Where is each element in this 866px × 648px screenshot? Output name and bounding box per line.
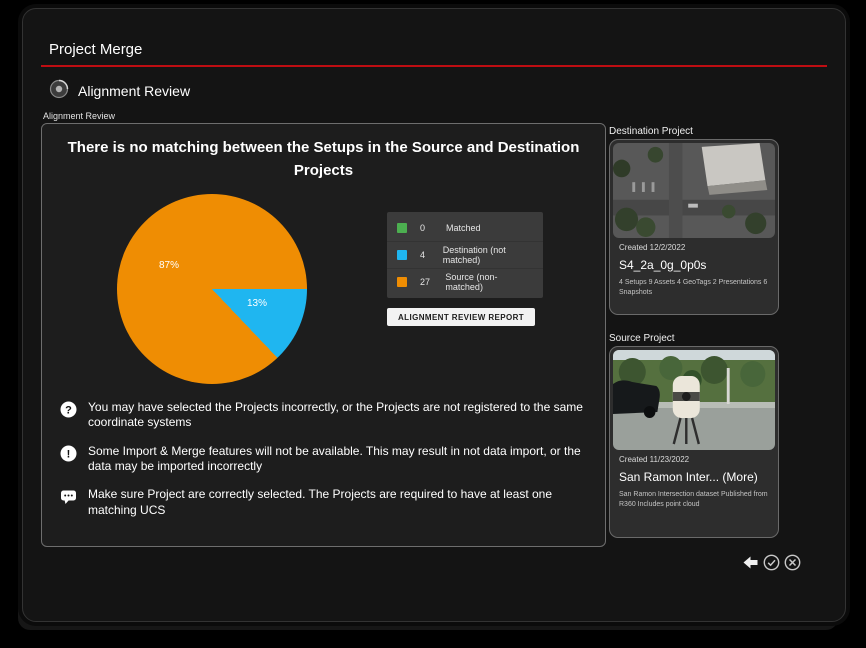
alignment-review-icon: [49, 79, 69, 102]
legend-value: 27: [420, 277, 445, 287]
legend-label: Destination (not matched): [443, 245, 533, 265]
more-link[interactable]: (More): [722, 470, 757, 484]
accent-divider: [41, 65, 827, 67]
footer-actions: [742, 554, 801, 571]
legend-swatch: [397, 223, 407, 233]
source-project-card[interactable]: Created 11/23/2022 San Ramon Inter... (M…: [609, 346, 779, 538]
alignment-review-report-button[interactable]: ALIGNMENT REVIEW REPORT: [387, 308, 535, 326]
notes-list: ? You may have selected the Projects inc…: [60, 400, 593, 531]
legend-swatch: [397, 250, 407, 260]
window-title: Project Merge: [49, 41, 142, 58]
note-text: You may have selected the Projects incor…: [88, 400, 593, 431]
note-text: Make sure Project are correctly selected…: [88, 487, 593, 518]
pie-label-source: 87%: [159, 260, 179, 271]
legend-row: 0 Matched: [387, 215, 543, 242]
legend-swatch: [397, 277, 407, 287]
panel-label: Alignment Review: [43, 111, 115, 121]
project-details: 4 Setups 9 Assets 4 GeoTags 2 Presentati…: [619, 278, 769, 298]
pie-label-destination: 13%: [247, 298, 267, 309]
legend-value: 4: [420, 250, 443, 260]
alignment-review-panel: There is no matching between the Setups …: [41, 123, 606, 547]
source-project-thumbnail: [613, 350, 775, 450]
project-name-text: San Ramon Inter...: [619, 470, 719, 484]
note-row: Make sure Project are correctly selected…: [60, 487, 593, 518]
question-icon: ?: [60, 401, 77, 423]
created-date: Created 11/23/2022: [619, 455, 769, 464]
project-merge-window: Project Merge Alignment Review Alignment…: [22, 8, 846, 622]
section-title: Alignment Review: [78, 83, 190, 99]
destination-project-thumbnail: [613, 143, 775, 238]
project-name: San Ramon Inter... (More): [619, 470, 769, 484]
cancel-button[interactable]: [784, 554, 801, 571]
legend-label: Source (non-matched): [445, 272, 533, 292]
project-details: San Ramon Intersection dataset Published…: [619, 490, 769, 510]
svg-text:!: !: [67, 448, 71, 460]
note-row: ? You may have selected the Projects inc…: [60, 400, 593, 431]
pie-chart: 87% 13%: [117, 194, 307, 384]
legend-row: 4 Destination (not matched): [387, 242, 543, 269]
svg-text:?: ?: [65, 404, 72, 416]
panel-heading: There is no matching between the Setups …: [56, 136, 591, 183]
back-button[interactable]: [742, 554, 759, 571]
project-name: S4_2a_0g_0p0s: [619, 258, 769, 272]
destination-project-label: Destination Project: [609, 126, 693, 137]
legend-value: 0: [420, 223, 446, 233]
confirm-button[interactable]: [763, 554, 780, 571]
created-date: Created 12/2/2022: [619, 243, 769, 252]
legend-label: Matched: [446, 223, 481, 233]
legend-row: 27 Source (non-matched): [387, 269, 543, 295]
chart-legend: 0 Matched 4 Destination (not matched) 27…: [387, 212, 543, 298]
source-project-label: Source Project: [609, 333, 675, 344]
destination-project-card[interactable]: Created 12/2/2022 S4_2a_0g_0p0s 4 Setups…: [609, 139, 779, 315]
exclamation-icon: !: [60, 445, 77, 467]
note-row: ! Some Import & Merge features will not …: [60, 444, 593, 475]
section-header: Alignment Review: [49, 79, 190, 102]
note-text: Some Import & Merge features will not be…: [88, 444, 593, 475]
comment-icon: [60, 488, 77, 510]
